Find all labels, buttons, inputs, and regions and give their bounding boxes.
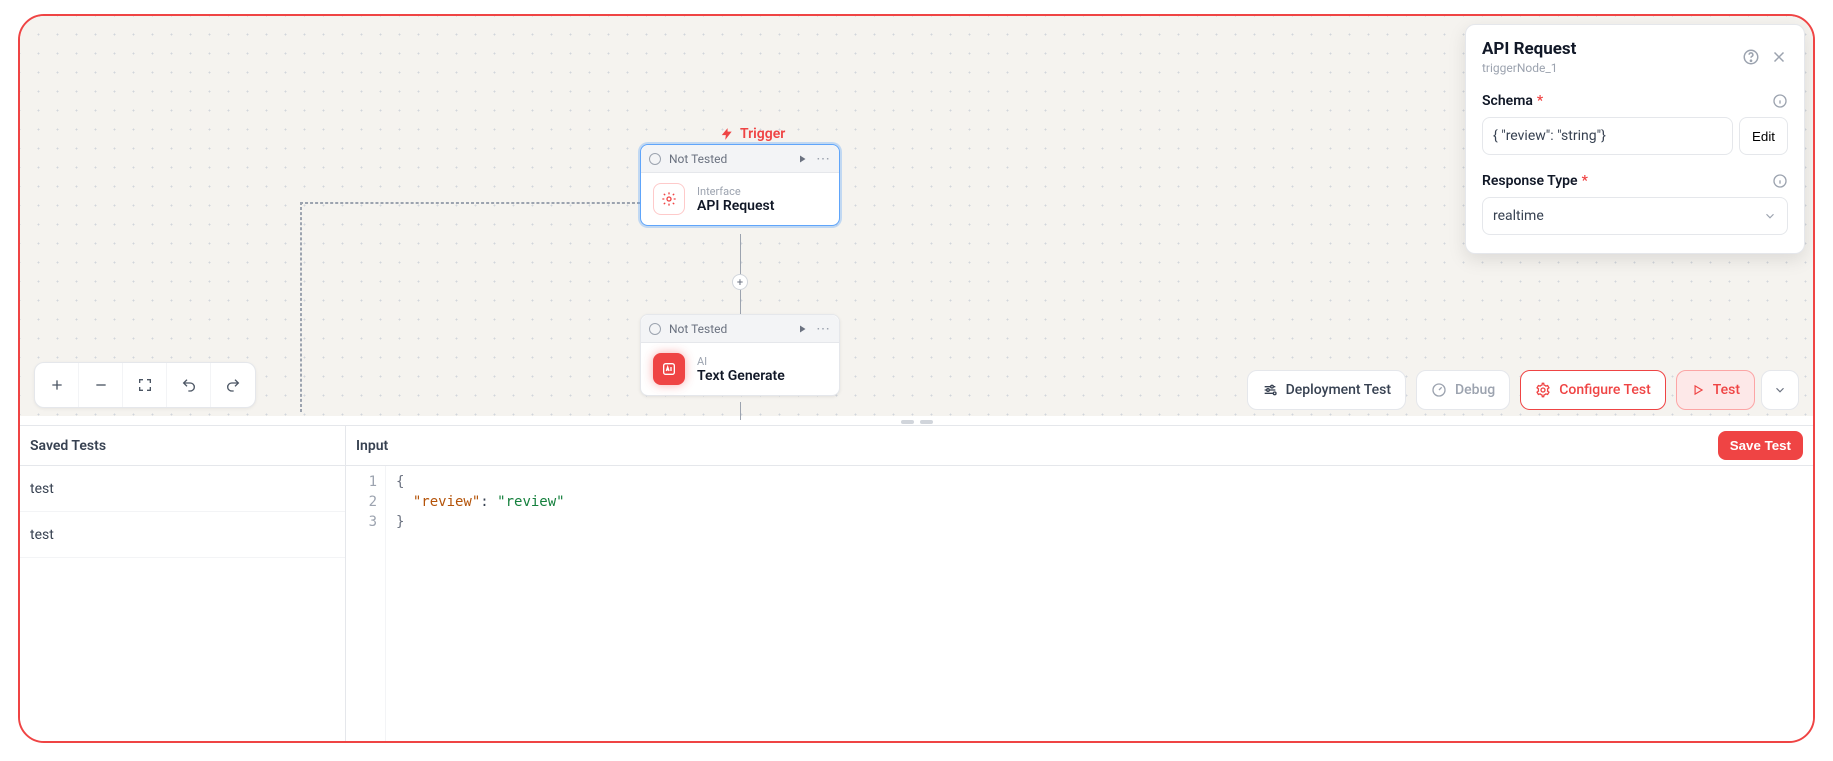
help-button[interactable] <box>1742 48 1760 66</box>
info-icon <box>1772 173 1788 189</box>
saved-tests-panel: Saved Tests test test <box>20 426 346 741</box>
save-test-button[interactable]: Save Test <box>1718 431 1803 460</box>
redo-icon <box>225 377 241 393</box>
response-type-field: Response Type * realtime <box>1482 173 1788 235</box>
debug-button[interactable]: Debug <box>1416 370 1510 410</box>
node-category: Interface <box>697 185 774 198</box>
app-frame: Trigger Not Tested ⋯ Interface API Reque… <box>18 14 1815 743</box>
sliders-icon <box>1262 382 1278 398</box>
help-icon <box>1742 48 1760 66</box>
inspector-title: API Request <box>1482 39 1576 59</box>
editor-gutter: 123 <box>346 466 386 741</box>
play-icon <box>796 153 808 165</box>
inspector-panel: API Request triggerNode_1 Schema * <box>1465 24 1805 254</box>
status-indicator-icon <box>649 153 661 165</box>
node-status-text: Not Tested <box>669 322 727 336</box>
response-type-value: realtime <box>1493 208 1544 224</box>
node-header: Not Tested ⋯ <box>641 315 839 343</box>
editor-code[interactable]: { "review": "review" } <box>386 466 1813 741</box>
redo-button[interactable] <box>211 363 255 407</box>
node-menu-button[interactable]: ⋯ <box>816 321 831 337</box>
connector-dash-horizontal <box>300 202 640 204</box>
close-panel-button[interactable] <box>1770 48 1788 66</box>
required-marker: * <box>1582 173 1588 189</box>
zoom-out-button[interactable] <box>79 363 123 407</box>
run-node-button[interactable] <box>796 323 808 335</box>
play-outline-icon <box>1691 383 1705 397</box>
schema-edit-button[interactable]: Edit <box>1739 117 1788 155</box>
minus-icon <box>93 377 109 393</box>
fit-view-button[interactable] <box>123 363 167 407</box>
schema-label: Schema <box>1482 93 1533 109</box>
saved-tests-title: Saved Tests <box>20 426 345 466</box>
bolt-icon <box>720 127 734 141</box>
response-type-label: Response Type <box>1482 173 1578 189</box>
undo-button[interactable] <box>167 363 211 407</box>
zoom-in-button[interactable] <box>35 363 79 407</box>
configure-test-button[interactable]: Configure Test <box>1520 370 1666 410</box>
node-header: Not Tested ⋯ <box>641 145 839 173</box>
schema-input[interactable] <box>1482 117 1733 155</box>
schema-field: Schema * Edit <box>1482 93 1788 155</box>
plus-icon <box>49 377 65 393</box>
node-status-text: Not Tested <box>669 152 727 166</box>
connector-dash-vertical <box>300 202 302 412</box>
run-toolbar: Deployment Test Debug Configure Test Tes… <box>1247 370 1799 410</box>
trigger-label-text: Trigger <box>740 126 785 142</box>
play-icon <box>796 323 808 335</box>
close-icon <box>1770 48 1788 66</box>
configure-test-label: Configure Test <box>1559 382 1651 398</box>
saved-test-item[interactable]: test <box>20 512 345 558</box>
saved-test-label: test <box>30 481 54 497</box>
saved-test-item[interactable]: test <box>20 466 345 512</box>
node-connector-tail <box>740 402 741 420</box>
canvas-toolbar <box>34 362 256 408</box>
gauge-icon <box>1431 382 1447 398</box>
json-editor[interactable]: 123 { "review": "review" } <box>346 466 1813 741</box>
input-title: Input <box>356 438 388 454</box>
gear-icon <box>1535 382 1551 398</box>
response-type-info-button[interactable] <box>1772 173 1788 189</box>
ai-icon <box>653 353 685 385</box>
add-node-button[interactable]: + <box>732 274 748 290</box>
saved-test-label: test <box>30 527 54 543</box>
test-split-button: Test <box>1676 370 1799 410</box>
node-title: Text Generate <box>697 368 785 384</box>
node-menu-button[interactable]: ⋯ <box>816 151 831 167</box>
expand-icon <box>137 377 153 393</box>
trigger-label: Trigger <box>720 126 785 142</box>
response-type-select[interactable]: realtime <box>1482 197 1788 235</box>
required-marker: * <box>1537 93 1543 109</box>
chevron-down-icon <box>1773 383 1787 397</box>
run-node-button[interactable] <box>796 153 808 165</box>
node-api-request[interactable]: Not Tested ⋯ Interface API Request <box>640 144 840 226</box>
input-header: Input Save Test <box>346 426 1813 466</box>
info-icon <box>1772 93 1788 109</box>
inspector-subtitle: triggerNode_1 <box>1482 61 1576 75</box>
undo-icon <box>181 377 197 393</box>
deployment-test-label: Deployment Test <box>1286 382 1391 398</box>
test-label: Test <box>1713 382 1740 398</box>
chevron-down-icon <box>1763 209 1777 223</box>
node-body: Interface API Request <box>641 173 839 225</box>
input-panel: Input Save Test 123 { "review": "review"… <box>346 426 1813 741</box>
test-dropdown-button[interactable] <box>1761 370 1799 410</box>
bottom-panel: Saved Tests test test Input Save Test 12… <box>20 425 1813 741</box>
node-text-generate[interactable]: Not Tested ⋯ AI Text Generate <box>640 314 840 396</box>
node-title: API Request <box>697 198 774 214</box>
node-body: AI Text Generate <box>641 343 839 395</box>
deployment-test-button[interactable]: Deployment Test <box>1247 370 1406 410</box>
debug-label: Debug <box>1455 382 1495 398</box>
schema-info-button[interactable] <box>1772 93 1788 109</box>
node-category: AI <box>697 355 785 368</box>
test-button[interactable]: Test <box>1676 370 1755 410</box>
interface-icon <box>653 183 685 215</box>
status-indicator-icon <box>649 323 661 335</box>
